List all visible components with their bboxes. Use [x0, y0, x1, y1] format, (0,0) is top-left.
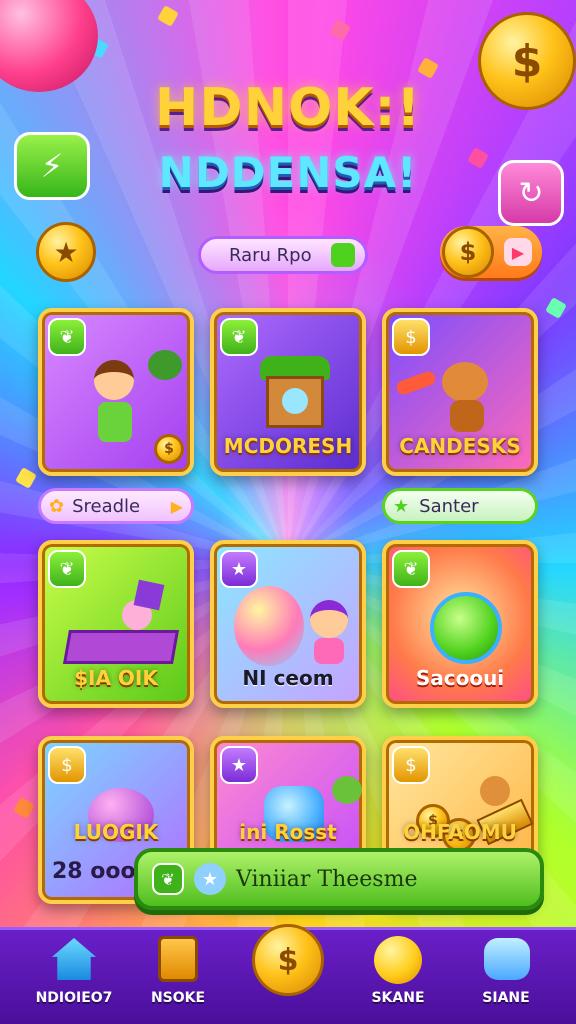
home-icon — [52, 938, 96, 980]
star-icon: ★ — [194, 863, 226, 895]
game-card[interactable]: ★ NI ceom — [210, 540, 366, 708]
nav-label: SIANE — [482, 990, 530, 1006]
row1-left-pill[interactable]: ✿ Sreadle ▶ — [38, 488, 194, 524]
nav-home[interactable]: NDIOIEO7 — [24, 930, 124, 1024]
nav-siane[interactable]: SIANE — [456, 930, 556, 1024]
bottom-nav: NDIOIEO7 NSOKE $ SKANE SIANE — [0, 924, 576, 1024]
card-label: $IA OIK — [74, 666, 158, 690]
play-arrow-icon: ▶ — [504, 238, 532, 266]
balloon-girl-icon — [224, 578, 352, 666]
gem-icon — [484, 938, 530, 980]
nav-tasks[interactable]: NSOKE — [128, 930, 228, 1024]
toy-box-icon — [52, 578, 180, 664]
game-card[interactable]: ❦ Sacooui — [382, 540, 538, 708]
card-label: MCDORESH — [223, 434, 353, 458]
card-label: Sacooui — [415, 666, 505, 690]
star-coin-icon: ★ — [36, 222, 96, 282]
card-label: ini Rosst — [239, 820, 337, 844]
top-pill-label: Raru Rpo — [229, 244, 312, 266]
row1-left-pill-label: Sreadle — [72, 495, 141, 517]
leaf-icon: ❦ — [152, 863, 184, 895]
coin-icon: $ — [442, 226, 494, 278]
clipboard-icon — [158, 936, 198, 982]
boy-character-icon — [52, 346, 182, 442]
nav-center-coin[interactable]: $ — [238, 924, 338, 1024]
green-blob-icon — [396, 578, 524, 664]
green-chip-icon — [331, 243, 355, 267]
star-icon: ★ — [393, 495, 410, 517]
nav-label: NDIOIEO7 — [35, 990, 113, 1006]
game-title-line1: HDNOK:! — [154, 78, 422, 138]
game-card[interactable]: ❦ $ — [38, 308, 194, 476]
flower-icon: ✿ — [49, 495, 65, 517]
game-card[interactable]: ❦ $IA OIK — [38, 540, 194, 708]
game-title-line2: NDDENSA! — [158, 148, 418, 197]
game-card[interactable]: ❦ MCDORESH — [210, 308, 366, 476]
card-label: NI ceom — [242, 666, 334, 690]
game-card[interactable]: $ CANDESKS — [382, 308, 538, 476]
card-count: 28 ooo — [52, 859, 136, 884]
nav-skane[interactable]: SKANE — [348, 930, 448, 1024]
row1-right-pill-label: Santer — [419, 495, 479, 517]
banner-button[interactable]: ❦ ★ Viniiar Theesme — [134, 848, 544, 910]
treehouse-icon — [224, 346, 352, 432]
coin-play-button[interactable]: $ ▶ — [440, 226, 542, 278]
banner-label: Viniiar Theesme — [236, 866, 418, 892]
card-label: OHFAOMU — [403, 820, 517, 844]
coin-icon: $ — [252, 924, 324, 996]
fox-character-icon — [394, 346, 524, 432]
card-label: CANDESKS — [399, 434, 521, 458]
card-label: LUOGIK — [73, 820, 159, 844]
coin-icon: $ — [154, 434, 184, 464]
nav-label: SKANE — [371, 990, 425, 1006]
row1-right-pill[interactable]: ★ Santer — [382, 488, 538, 524]
arrow-icon: ▶ — [170, 496, 183, 516]
top-pill[interactable]: Raru Rpo — [198, 236, 368, 274]
nav-label: NSOKE — [150, 990, 206, 1006]
ball-icon — [374, 936, 422, 984]
